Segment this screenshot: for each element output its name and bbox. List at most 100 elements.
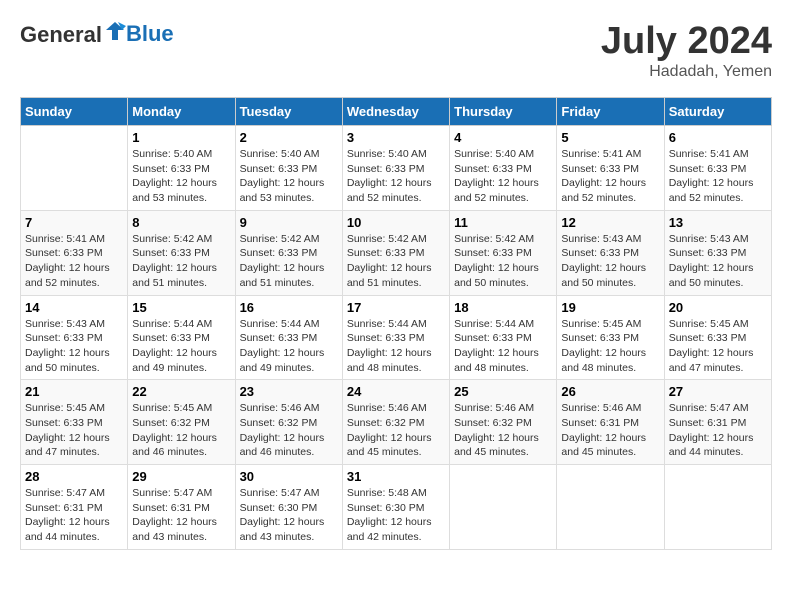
day-number: 16 bbox=[240, 300, 338, 315]
calendar-day-cell: 7 Sunrise: 5:41 AMSunset: 6:33 PMDaylight… bbox=[21, 210, 128, 295]
day-info: Sunrise: 5:41 AMSunset: 6:33 PMDaylight:… bbox=[669, 147, 767, 206]
day-number: 2 bbox=[240, 130, 338, 145]
calendar-table: SundayMondayTuesdayWednesdayThursdayFrid… bbox=[20, 97, 772, 550]
day-number: 7 bbox=[25, 215, 123, 230]
logo-text-general: General bbox=[20, 22, 102, 47]
day-header-tuesday: Tuesday bbox=[235, 98, 342, 126]
calendar-day-cell: 25Sunrise: 5:46 AMSunset: 6:32 PMDayligh… bbox=[450, 380, 557, 465]
day-info: Sunrise: 5:46 AMSunset: 6:32 PMDaylight:… bbox=[347, 401, 445, 460]
day-number: 5 bbox=[561, 130, 659, 145]
month-year-title: July 2024 bbox=[601, 20, 772, 63]
calendar-day-cell: 31Sunrise: 5:48 AMSunset: 6:30 PMDayligh… bbox=[342, 465, 449, 550]
calendar-day-cell: 19Sunrise: 5:45 AMSunset: 6:33 PMDayligh… bbox=[557, 295, 664, 380]
calendar-day-cell: 28 Sunrise: 5:47 AMSunset: 6:31 PMDayligh… bbox=[21, 465, 128, 550]
calendar-week-row: 28 Sunrise: 5:47 AMSunset: 6:31 PMDayligh… bbox=[21, 465, 772, 550]
day-number: 15 bbox=[132, 300, 230, 315]
day-info: Sunrise: 5:42 AMSunset: 6:33 PMDaylight:… bbox=[347, 232, 445, 291]
calendar-day-cell: 6 Sunrise: 5:41 AMSunset: 6:33 PMDaylight… bbox=[664, 126, 771, 211]
calendar-day-cell bbox=[21, 126, 128, 211]
calendar-day-cell: 27 Sunrise: 5:47 AMSunset: 6:31 PMDayligh… bbox=[664, 380, 771, 465]
day-number: 4 bbox=[454, 130, 552, 145]
day-number: 1 bbox=[132, 130, 230, 145]
day-info: Sunrise: 5:40 AMSunset: 6:33 PMDaylight:… bbox=[454, 147, 552, 206]
title-section: July 2024 Hadadah, Yemen bbox=[601, 20, 772, 81]
calendar-header-row: SundayMondayTuesdayWednesdayThursdayFrid… bbox=[21, 98, 772, 126]
calendar-day-cell: 29Sunrise: 5:47 AMSunset: 6:31 PMDayligh… bbox=[128, 465, 235, 550]
day-info: Sunrise: 5:42 AMSunset: 6:33 PMDaylight:… bbox=[132, 232, 230, 291]
calendar-week-row: 14 Sunrise: 5:43 AMSunset: 6:33 PMDayligh… bbox=[21, 295, 772, 380]
day-info: Sunrise: 5:45 AMSunset: 6:33 PMDaylight:… bbox=[25, 401, 123, 460]
day-info: Sunrise: 5:40 AMSunset: 6:33 PMDaylight:… bbox=[240, 147, 338, 206]
calendar-day-cell: 1 Sunrise: 5:40 AMSunset: 6:33 PMDaylight… bbox=[128, 126, 235, 211]
calendar-day-cell: 5 Sunrise: 5:41 AMSunset: 6:33 PMDaylight… bbox=[557, 126, 664, 211]
logo-bird-icon bbox=[104, 20, 126, 47]
day-number: 10 bbox=[347, 215, 445, 230]
day-number: 20 bbox=[669, 300, 767, 315]
day-info: Sunrise: 5:43 AMSunset: 6:33 PMDaylight:… bbox=[25, 317, 123, 376]
calendar-day-cell: 24Sunrise: 5:46 AMSunset: 6:32 PMDayligh… bbox=[342, 380, 449, 465]
calendar-day-cell: 11Sunrise: 5:42 AMSunset: 6:33 PMDayligh… bbox=[450, 210, 557, 295]
day-info: Sunrise: 5:44 AMSunset: 6:33 PMDaylight:… bbox=[240, 317, 338, 376]
day-number: 8 bbox=[132, 215, 230, 230]
calendar-day-cell: 3Sunrise: 5:40 AMSunset: 6:33 PMDaylight… bbox=[342, 126, 449, 211]
day-info: Sunrise: 5:45 AMSunset: 6:32 PMDaylight:… bbox=[132, 401, 230, 460]
day-number: 9 bbox=[240, 215, 338, 230]
calendar-day-cell: 13 Sunrise: 5:43 AMSunset: 6:33 PMDayligh… bbox=[664, 210, 771, 295]
day-info: Sunrise: 5:47 AMSunset: 6:31 PMDaylight:… bbox=[669, 401, 767, 460]
calendar-day-cell: 21 Sunrise: 5:45 AMSunset: 6:33 PMDayligh… bbox=[21, 380, 128, 465]
day-info: Sunrise: 5:44 AMSunset: 6:33 PMDaylight:… bbox=[132, 317, 230, 376]
day-info: Sunrise: 5:47 AMSunset: 6:31 PMDaylight:… bbox=[25, 486, 123, 545]
calendar-day-cell bbox=[664, 465, 771, 550]
calendar-day-cell: 9Sunrise: 5:42 AMSunset: 6:33 PMDaylight… bbox=[235, 210, 342, 295]
day-number: 21 bbox=[25, 384, 123, 399]
day-header-thursday: Thursday bbox=[450, 98, 557, 126]
calendar-day-cell: 16 Sunrise: 5:44 AMSunset: 6:33 PMDayligh… bbox=[235, 295, 342, 380]
day-number: 18 bbox=[454, 300, 552, 315]
day-info: Sunrise: 5:44 AMSunset: 6:33 PMDaylight:… bbox=[347, 317, 445, 376]
day-number: 14 bbox=[25, 300, 123, 315]
calendar-day-cell: 10 Sunrise: 5:42 AMSunset: 6:33 PMDayligh… bbox=[342, 210, 449, 295]
day-number: 28 bbox=[25, 469, 123, 484]
day-info: Sunrise: 5:40 AMSunset: 6:33 PMDaylight:… bbox=[132, 147, 230, 206]
day-number: 13 bbox=[669, 215, 767, 230]
calendar-day-cell: 18Sunrise: 5:44 AMSunset: 6:33 PMDayligh… bbox=[450, 295, 557, 380]
day-info: Sunrise: 5:47 AMSunset: 6:31 PMDaylight:… bbox=[132, 486, 230, 545]
day-number: 22 bbox=[132, 384, 230, 399]
logo-text-blue: Blue bbox=[126, 21, 174, 46]
day-header-friday: Friday bbox=[557, 98, 664, 126]
day-header-monday: Monday bbox=[128, 98, 235, 126]
day-number: 3 bbox=[347, 130, 445, 145]
day-number: 27 bbox=[669, 384, 767, 399]
day-info: Sunrise: 5:47 AMSunset: 6:30 PMDaylight:… bbox=[240, 486, 338, 545]
calendar-day-cell: 17 Sunrise: 5:44 AMSunset: 6:33 PMDayligh… bbox=[342, 295, 449, 380]
calendar-week-row: 7 Sunrise: 5:41 AMSunset: 6:33 PMDaylight… bbox=[21, 210, 772, 295]
day-number: 11 bbox=[454, 215, 552, 230]
calendar-day-cell: 22 Sunrise: 5:45 AMSunset: 6:32 PMDayligh… bbox=[128, 380, 235, 465]
day-header-wednesday: Wednesday bbox=[342, 98, 449, 126]
calendar-day-cell: 4 Sunrise: 5:40 AMSunset: 6:33 PMDaylight… bbox=[450, 126, 557, 211]
day-info: Sunrise: 5:43 AMSunset: 6:33 PMDaylight:… bbox=[669, 232, 767, 291]
calendar-day-cell: 14 Sunrise: 5:43 AMSunset: 6:33 PMDayligh… bbox=[21, 295, 128, 380]
day-info: Sunrise: 5:45 AMSunset: 6:33 PMDaylight:… bbox=[669, 317, 767, 376]
calendar-day-cell bbox=[557, 465, 664, 550]
calendar-day-cell: 26 Sunrise: 5:46 AMSunset: 6:31 PMDayligh… bbox=[557, 380, 664, 465]
day-info: Sunrise: 5:46 AMSunset: 6:32 PMDaylight:… bbox=[454, 401, 552, 460]
day-number: 17 bbox=[347, 300, 445, 315]
calendar-day-cell: 15 Sunrise: 5:44 AMSunset: 6:33 PMDayligh… bbox=[128, 295, 235, 380]
day-number: 23 bbox=[240, 384, 338, 399]
calendar-day-cell bbox=[450, 465, 557, 550]
logo: General Blue bbox=[20, 20, 174, 48]
calendar-day-cell: 12Sunrise: 5:43 AMSunset: 6:33 PMDayligh… bbox=[557, 210, 664, 295]
day-number: 26 bbox=[561, 384, 659, 399]
day-number: 6 bbox=[669, 130, 767, 145]
calendar-week-row: 1 Sunrise: 5:40 AMSunset: 6:33 PMDaylight… bbox=[21, 126, 772, 211]
calendar-day-cell: 23Sunrise: 5:46 AMSunset: 6:32 PMDayligh… bbox=[235, 380, 342, 465]
location-subtitle: Hadadah, Yemen bbox=[601, 63, 772, 81]
day-info: Sunrise: 5:41 AMSunset: 6:33 PMDaylight:… bbox=[561, 147, 659, 206]
day-number: 12 bbox=[561, 215, 659, 230]
day-header-sunday: Sunday bbox=[21, 98, 128, 126]
day-info: Sunrise: 5:41 AMSunset: 6:33 PMDaylight:… bbox=[25, 232, 123, 291]
day-info: Sunrise: 5:46 AMSunset: 6:31 PMDaylight:… bbox=[561, 401, 659, 460]
day-number: 30 bbox=[240, 469, 338, 484]
calendar-day-cell: 8 Sunrise: 5:42 AMSunset: 6:33 PMDaylight… bbox=[128, 210, 235, 295]
